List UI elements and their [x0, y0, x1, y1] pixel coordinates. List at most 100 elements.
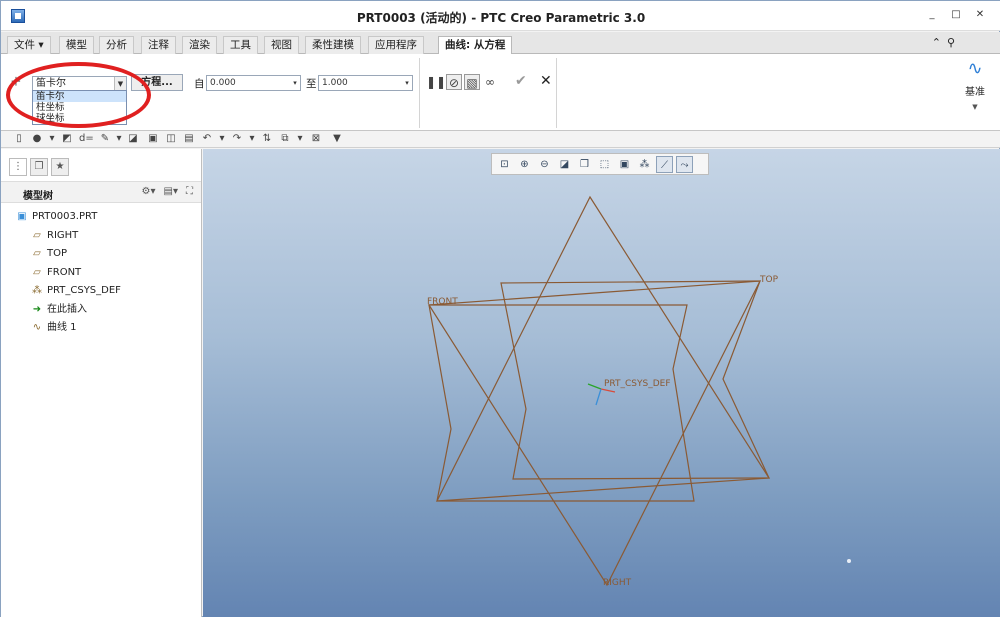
graphics-viewport[interactable]: ⊡ ⊕ ⊖ ◪ ❒ ⬚ ▣ ⁂ ⟋ ⤳ FRONT TOP RIGHT PRT_…	[203, 149, 1000, 617]
preview-icon[interactable]: ▧	[464, 74, 480, 90]
front-plane-label: FRONT	[427, 297, 458, 307]
chevron-down-icon[interactable]: ▾	[290, 76, 300, 90]
folder-browser-tab-icon[interactable]: ❐	[30, 158, 48, 176]
navigator-tabs: ⋮ ❐ ★	[9, 158, 69, 176]
coord-type-dropdown-list: 笛卡尔 柱坐标 球坐标	[32, 90, 127, 125]
front-datum-plane[interactable]	[428, 304, 695, 502]
chevron-down-icon[interactable]: ▾	[402, 76, 412, 90]
coordinate-system-type-icon: ⊹	[11, 74, 22, 88]
tab-analysis[interactable]: 分析	[99, 36, 134, 54]
tab-view[interactable]: 视图	[264, 36, 299, 54]
close-icon[interactable]: ⊠	[310, 133, 322, 145]
coord-option-cartesian[interactable]: 笛卡尔	[33, 91, 126, 102]
chevron-down-icon[interactable]: ▾	[216, 133, 228, 145]
tree-item-csys[interactable]: ⁂ PRT_CSYS_DEF	[30, 283, 121, 299]
ribbon-tab-bar: 文件 ▾ 模型 分析 注释 渲染 工具 视图 柔性建模 应用程序 曲线: 从方程…	[1, 32, 1000, 74]
tree-settings-icon[interactable]: ⚙▾	[142, 186, 156, 197]
model-geometry	[427, 195, 851, 587]
datum-label: 基准	[965, 87, 985, 98]
datum-group[interactable]: ∿ 基准 ▼	[961, 58, 989, 111]
tree-item-top[interactable]: ▱ TOP	[30, 246, 67, 262]
no-preview-icon[interactable]: ⊘	[446, 74, 462, 90]
window-title: PRT0003 (活动的) - PTC Creo Parametric 3.0	[356, 11, 646, 25]
tabbar-right-icons: ⌃ ⚲	[932, 36, 955, 49]
tab-render[interactable]: 渲染	[182, 36, 217, 54]
minimize-button[interactable]: _	[925, 9, 939, 21]
window-icon[interactable]: ▣	[147, 133, 159, 145]
tree-item-label: RIGHT	[47, 230, 79, 241]
tab-model[interactable]: 模型	[59, 36, 94, 54]
tab-applications[interactable]: 应用程序	[368, 36, 424, 54]
tree-item-insert-here[interactable]: ➜ 在此插入	[30, 302, 87, 318]
tab-tools[interactable]: 工具	[223, 36, 258, 54]
new-file-icon[interactable]: ▯	[13, 133, 25, 145]
cursor-dot	[847, 559, 851, 563]
tree-item-part[interactable]: ▣ PRT0003.PRT	[15, 209, 97, 225]
model-tree-tools: ⚙▾ ▤▾ ⛶	[142, 186, 193, 197]
datum-plane-icon: ▱	[33, 230, 41, 241]
maximize-button[interactable]: □	[949, 9, 963, 21]
ribbon-separator	[419, 58, 420, 128]
model-tree-tab-icon[interactable]: ⋮	[9, 158, 27, 176]
tree-filter-icon[interactable]: ⛶	[186, 186, 193, 197]
tree-item-front[interactable]: ▱ FRONT	[30, 265, 81, 281]
coord-option-spherical[interactable]: 球坐标	[33, 113, 126, 124]
datum-plane-icon: ▱	[33, 267, 41, 278]
favorites-tab-icon[interactable]: ★	[51, 158, 69, 176]
equation-button[interactable]: 方程...	[131, 74, 183, 91]
ribbon-separator	[556, 58, 557, 128]
close-window-button[interactable]: ✕	[973, 9, 987, 21]
chevron-down-icon[interactable]: ▾	[246, 133, 258, 145]
title-bar: PRT0003 (活动的) - PTC Creo Parametric 3.0 …	[1, 1, 1000, 31]
search-icon[interactable]: ⚲	[947, 36, 955, 49]
open-icon[interactable]: ◫	[165, 133, 177, 145]
view-cube-icon[interactable]: ◩	[61, 133, 73, 145]
tab-curve-from-equation[interactable]: 曲线: 从方程	[438, 36, 513, 55]
pause-icon[interactable]: ❚❚	[426, 74, 446, 90]
tree-item-curve[interactable]: ∿ 曲线 1	[30, 320, 77, 336]
model-tree-title: 模型树	[23, 191, 53, 202]
tree-columns-icon[interactable]: ▤▾	[164, 186, 178, 197]
tab-annotate[interactable]: 注释	[141, 36, 176, 54]
creo-window: PRT0003 (活动的) - PTC Creo Parametric 3.0 …	[0, 0, 1000, 617]
save-icon[interactable]: ▤	[183, 133, 195, 145]
chevron-down-icon[interactable]: ▾	[113, 133, 125, 145]
sketch-curve-icon: ∿	[967, 58, 983, 79]
csys-label: PRT_CSYS_DEF	[604, 379, 671, 389]
navigator-panel: ⋮ ❐ ★ 模型树 ⚙▾ ▤▾ ⛶ ▣ PRT0003.PRT ▱ RIGHT ▱ T…	[1, 149, 202, 617]
from-value-field[interactable]: 0.000 ▾	[206, 75, 301, 91]
color-icon[interactable]: ◪	[127, 133, 139, 145]
tree-item-label: 曲线 1	[47, 322, 77, 333]
customize-toolbar-icon[interactable]: ▼	[331, 133, 343, 145]
expand-icon[interactable]: ⌃	[932, 36, 941, 49]
right-datum-plane-b[interactable]	[427, 280, 762, 587]
chevron-down-icon[interactable]: ▾	[46, 133, 58, 145]
coord-type-selected: 笛卡尔	[36, 78, 66, 89]
chevron-down-icon[interactable]: ▼	[114, 77, 126, 91]
redo-icon[interactable]: ↷	[231, 133, 243, 145]
top-plane-label: TOP	[760, 275, 779, 285]
tree-item-right[interactable]: ▱ RIGHT	[30, 228, 78, 244]
coord-option-cylindrical[interactable]: 柱坐标	[33, 102, 126, 113]
measure-ruler-icon[interactable]: ✎	[99, 133, 111, 145]
chevron-down-icon[interactable]: ▼	[961, 103, 989, 111]
tab-file[interactable]: 文件 ▾	[7, 36, 51, 54]
tab-flexible-modeling[interactable]: 柔性建模	[305, 36, 361, 54]
verify-glasses-icon[interactable]: ∞	[482, 74, 498, 90]
undo-icon[interactable]: ↶	[201, 133, 213, 145]
relations-icon[interactable]: d=	[79, 133, 94, 145]
tree-item-label: TOP	[47, 248, 68, 259]
appearance-ball-icon[interactable]: ●	[31, 133, 43, 145]
regenerate-icon[interactable]: ⇅	[261, 133, 273, 145]
windows-icon[interactable]: ⧉	[279, 133, 291, 145]
curve-icon: ∿	[32, 322, 42, 333]
model-tree-header: 模型树 ⚙▾ ▤▾ ⛶	[1, 181, 201, 203]
cancel-x-icon[interactable]: ✕	[540, 73, 552, 89]
to-value-field[interactable]: 1.000 ▾	[318, 75, 413, 91]
csys-icon: ⁂	[32, 285, 42, 296]
to-label: 至	[306, 78, 317, 90]
right-datum-plane-a[interactable]	[435, 195, 771, 502]
part-icon: ▣	[17, 211, 27, 222]
chevron-down-icon[interactable]: ▾	[294, 133, 306, 145]
ok-check-icon[interactable]: ✔	[515, 73, 527, 89]
